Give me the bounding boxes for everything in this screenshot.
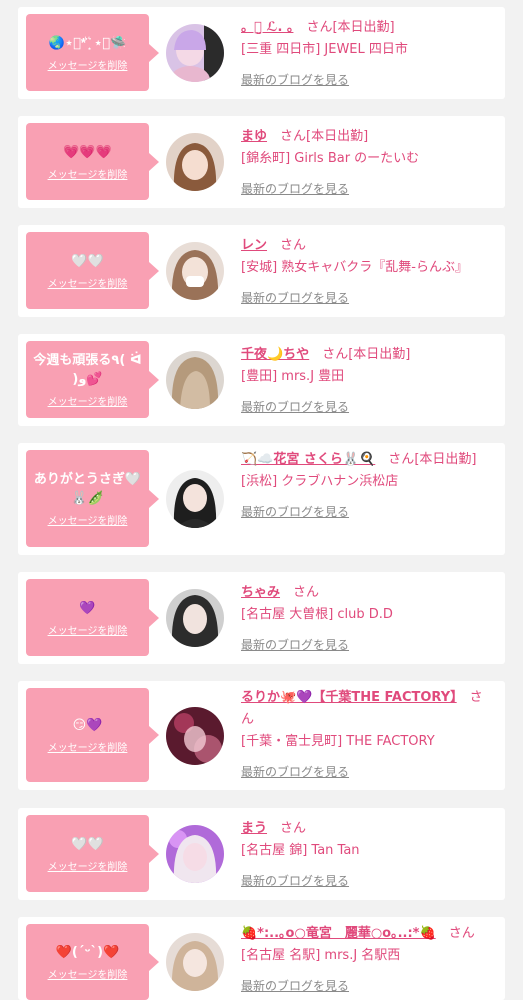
attendance-status: [本日出勤] bbox=[348, 347, 411, 362]
honorific: さん bbox=[322, 347, 349, 362]
message-card: 今週も頑張る٩( ᐛ )و💕 メッセージを削除 千夜🌙ちや さん[本日出勤] [… bbox=[18, 334, 505, 426]
shop-name: [名古屋 名駅] mrs.J 名駅西 bbox=[241, 948, 401, 963]
delete-message-link[interactable]: メッセージを削除 bbox=[48, 57, 128, 72]
avatar[interactable] bbox=[166, 24, 224, 82]
message-card: 💜 メッセージを削除 ちゃみ さん [名古屋 大曽根] club D.D 最新の… bbox=[18, 572, 505, 664]
latest-blog-link[interactable]: 最新のブログを見る bbox=[241, 975, 349, 997]
attendance-status: [本日出勤] bbox=[332, 20, 395, 35]
latest-blog-link[interactable]: 最新のブログを見る bbox=[241, 501, 349, 523]
message-text: 💗💗💗 bbox=[63, 144, 112, 160]
delete-message-link[interactable]: メッセージを削除 bbox=[48, 739, 128, 754]
message-bubble: 🌏⋆͛*͛ ͙͛ ⋆͛🛸 メッセージを削除 bbox=[26, 14, 159, 91]
latest-blog-link[interactable]: 最新のブログを見る bbox=[241, 761, 349, 783]
honorific: さん bbox=[293, 585, 320, 600]
shop-name: [豊田] mrs.J 豊田 bbox=[241, 369, 345, 384]
delete-message-link[interactable]: メッセージを削除 bbox=[48, 622, 128, 637]
shop-name: [錦糸町] Girls Bar のーたいむ bbox=[241, 151, 420, 166]
message-text: 🤍🤍 bbox=[71, 253, 104, 269]
avatar[interactable] bbox=[166, 133, 224, 191]
message-text: ありがとうさぎ🤍🐰🫛 bbox=[33, 472, 142, 506]
message-bubble: 🤍🤍 メッセージを削除 bbox=[26, 815, 159, 892]
honorific: さん bbox=[388, 452, 415, 467]
attendance-status: [本日出勤] bbox=[306, 129, 369, 144]
shop-name: [三重 四日市] JEWEL 四日市 bbox=[241, 42, 408, 57]
honorific: さん bbox=[280, 238, 307, 253]
delete-message-link[interactable]: メッセージを削除 bbox=[48, 512, 128, 527]
shop-name: [安城] 熟女キャバクラ『乱舞-らんぶ』 bbox=[241, 260, 468, 275]
message-card: 🌏⋆͛*͛ ͙͛ ⋆͛🛸 メッセージを削除 。ꪔ̤̮ ℒ. 。 さん[本日出勤]… bbox=[18, 7, 505, 99]
latest-blog-link[interactable]: 最新のブログを見る bbox=[241, 396, 349, 418]
avatar[interactable] bbox=[166, 242, 224, 300]
cast-name-link[interactable]: 🍓*:..｡o○竜宮 麗華○o｡..:*🍓 bbox=[241, 926, 436, 941]
cast-name-link[interactable]: 。ꪔ̤̮ ℒ. 。 bbox=[241, 20, 293, 35]
shop-name: [名古屋 錦] Tan Tan bbox=[241, 843, 360, 858]
message-bubble: 🤍🤍 メッセージを削除 bbox=[26, 232, 159, 309]
honorific: さん bbox=[448, 926, 475, 941]
latest-blog-link[interactable]: 最新のブログを見る bbox=[241, 69, 349, 91]
cast-name-link[interactable]: るりか🐙💜【千葉THE FACTORY】 bbox=[241, 690, 457, 705]
cast-name-link[interactable]: まう bbox=[241, 821, 267, 836]
card-info: 🍓*:..｡o○竜宮 麗華○o｡..:*🍓 さん [名古屋 名駅] mrs.J … bbox=[241, 923, 493, 998]
latest-blog-link[interactable]: 最新のブログを見る bbox=[241, 287, 349, 309]
card-info: 千夜🌙ちや さん[本日出勤] [豊田] mrs.J 豊田 最新のブログを見る bbox=[241, 344, 493, 419]
avatar[interactable] bbox=[166, 351, 224, 409]
avatar[interactable] bbox=[166, 470, 224, 528]
cast-name-link[interactable]: ちゃみ bbox=[241, 585, 280, 600]
card-info: るりか🐙💜【千葉THE FACTORY】 さん [千葉・富士見町] THE FA… bbox=[241, 687, 493, 784]
card-info: 。ꪔ̤̮ ℒ. 。 さん[本日出勤] [三重 四日市] JEWEL 四日市 最新… bbox=[241, 17, 493, 92]
message-card: 😏💜 メッセージを削除 るりか🐙💜【千葉THE FACTORY】 さん [千葉・… bbox=[18, 681, 505, 790]
message-bubble: 💜 メッセージを削除 bbox=[26, 579, 159, 656]
message-text: 🤍🤍 bbox=[71, 836, 104, 852]
message-text: 🌏⋆͛*͛ ͙͛ ⋆͛🛸 bbox=[48, 35, 127, 51]
honorific: さん bbox=[306, 20, 333, 35]
latest-blog-link[interactable]: 最新のブログを見る bbox=[241, 178, 349, 200]
card-info: まゆ さん[本日出勤] [錦糸町] Girls Bar のーたいむ 最新のブログ… bbox=[241, 126, 493, 201]
card-info: 🏹☁️花宮 さくら🐰🍳 さん[本日出勤] [浜松] クラブハナン浜松店 最新のブ… bbox=[241, 449, 493, 524]
avatar[interactable] bbox=[166, 589, 224, 647]
message-bubble: ありがとうさぎ🤍🐰🫛 メッセージを削除 bbox=[26, 450, 159, 547]
avatar[interactable] bbox=[166, 825, 224, 883]
message-card: ありがとうさぎ🤍🐰🫛 メッセージを削除 🏹☁️花宮 さくら🐰🍳 さん[本日出勤]… bbox=[18, 443, 505, 555]
delete-message-link[interactable]: メッセージを削除 bbox=[48, 966, 128, 981]
message-text: 😏💜 bbox=[72, 718, 103, 733]
message-bubble: 今週も頑張る٩( ᐛ )و💕 メッセージを削除 bbox=[26, 341, 159, 418]
message-card: 💗💗💗 メッセージを削除 まゆ さん[本日出勤] [錦糸町] Girls Bar… bbox=[18, 116, 505, 208]
delete-message-link[interactable]: メッセージを削除 bbox=[48, 166, 128, 181]
message-card: 🤍🤍 メッセージを削除 レン さん [安城] 熟女キャバクラ『乱舞-らんぶ』 最… bbox=[18, 225, 505, 317]
message-card: ❤️(ˊᵕˋ)❤️ メッセージを削除 🍓*:..｡o○竜宮 麗華○o｡..:*🍓… bbox=[18, 917, 505, 1000]
delete-message-link[interactable]: メッセージを削除 bbox=[48, 858, 128, 873]
shop-name: [千葉・富士見町] THE FACTORY bbox=[241, 734, 435, 749]
shop-name: [浜松] クラブハナン浜松店 bbox=[241, 474, 399, 489]
delete-message-link[interactable]: メッセージを削除 bbox=[48, 393, 128, 408]
message-card: 🤍🤍 メッセージを削除 まう さん [名古屋 錦] Tan Tan 最新のブログ… bbox=[18, 808, 505, 900]
shop-name: [名古屋 大曽根] club D.D bbox=[241, 607, 393, 622]
message-text: 今週も頑張る٩( ᐛ )و💕 bbox=[33, 353, 142, 387]
cast-name-link[interactable]: 🏹☁️花宮 さくら🐰🍳 bbox=[241, 452, 375, 467]
message-text: 💜 bbox=[79, 600, 96, 616]
cast-name-link[interactable]: まゆ bbox=[241, 129, 267, 144]
honorific: さん bbox=[280, 821, 307, 836]
delete-message-link[interactable]: メッセージを削除 bbox=[48, 275, 128, 290]
card-info: ちゃみ さん [名古屋 大曽根] club D.D 最新のブログを見る bbox=[241, 582, 493, 657]
card-info: レン さん [安城] 熟女キャバクラ『乱舞-らんぶ』 最新のブログを見る bbox=[241, 235, 493, 310]
latest-blog-link[interactable]: 最新のブログを見る bbox=[241, 634, 349, 656]
message-text: ❤️(ˊᵕˋ)❤️ bbox=[55, 945, 120, 960]
message-bubble: 💗💗💗 メッセージを削除 bbox=[26, 123, 159, 200]
avatar[interactable] bbox=[166, 707, 224, 765]
avatar[interactable] bbox=[166, 933, 224, 991]
card-info: まう さん [名古屋 錦] Tan Tan 最新のブログを見る bbox=[241, 818, 493, 893]
message-bubble: ❤️(ˊᵕˋ)❤️ メッセージを削除 bbox=[26, 924, 159, 1000]
honorific: さん bbox=[280, 129, 307, 144]
message-bubble: 😏💜 メッセージを削除 bbox=[26, 688, 159, 782]
latest-blog-link[interactable]: 最新のブログを見る bbox=[241, 870, 349, 892]
attendance-status: [本日出勤] bbox=[414, 452, 477, 467]
cast-name-link[interactable]: 千夜🌙ちや bbox=[241, 347, 309, 362]
cast-name-link[interactable]: レン bbox=[241, 238, 267, 253]
